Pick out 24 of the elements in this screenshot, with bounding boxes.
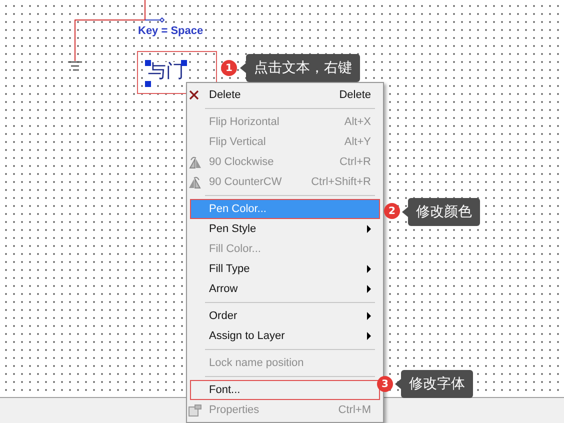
menu-item[interactable]: Fill Type	[190, 259, 380, 279]
selection-handle[interactable]	[181, 60, 187, 66]
callout-tooltip: 修改颜色	[408, 198, 480, 226]
menu-item[interactable]: Arrow	[190, 279, 380, 299]
submenu-arrow-icon	[367, 312, 371, 320]
submenu-arrow-icon	[367, 332, 371, 340]
menu-item[interactable]: Pen Style	[190, 219, 380, 239]
menu-item[interactable]: Delete Delete	[190, 85, 380, 105]
submenu-arrow-icon	[367, 265, 371, 273]
callout-tooltip: 点击文本，右键	[246, 54, 360, 82]
callout-pointer-icon	[402, 207, 408, 217]
callout-tooltip: 修改字体	[401, 370, 473, 398]
callout-pointer-icon	[240, 63, 246, 73]
submenu-arrow-icon	[367, 285, 371, 293]
callout-pointer-icon	[395, 379, 401, 389]
ground-icon	[67, 61, 83, 71]
submenu-arrow-icon	[367, 225, 371, 233]
menu-item[interactable]: Order	[190, 306, 380, 326]
key-label: Key = Space	[138, 25, 204, 37]
menu-item[interactable]: Font...	[190, 380, 380, 400]
gate-text[interactable]: 与门	[148, 62, 184, 82]
close-icon	[188, 89, 200, 101]
menu-item[interactable]: Assign to Layer	[190, 326, 380, 346]
selection-handle[interactable]	[145, 81, 151, 87]
